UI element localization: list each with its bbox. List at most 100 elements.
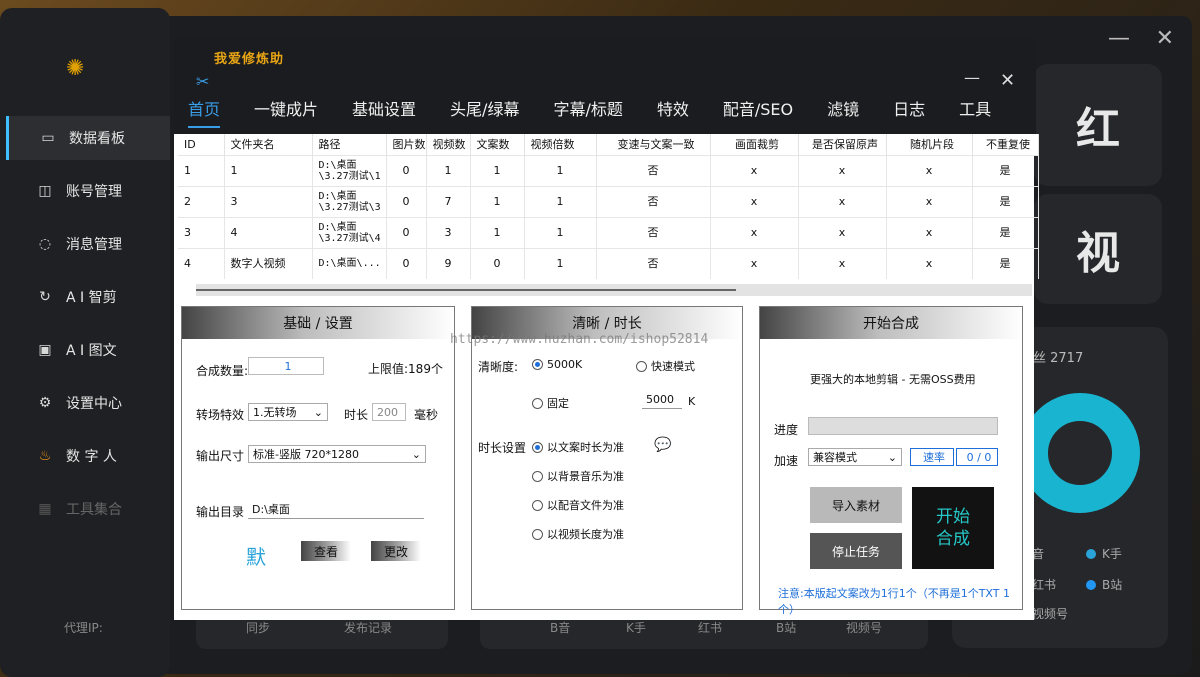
- table-cell: 1: [178, 154, 225, 186]
- table-cell: 否: [596, 154, 711, 186]
- start-button-line: 合成: [936, 529, 970, 549]
- clarity-label: 清晰度:: [478, 360, 519, 374]
- default-char: 默: [246, 545, 266, 569]
- chat-bubble-icon[interactable]: 💬: [654, 437, 671, 453]
- rate-label: 速率: [910, 448, 954, 466]
- sidebar-item-ai-cut[interactable]: ↻ A I 智剪: [6, 275, 170, 319]
- accel-label: 加速: [774, 454, 799, 468]
- table-cell: 1: [524, 216, 597, 248]
- radio-by-video-length[interactable]: 以视频长度为准: [532, 526, 624, 542]
- accel-mode-select[interactable]: 兼容模式 ⌄: [808, 448, 902, 466]
- sidebar-item-ai-image-text[interactable]: ▣ A I 图文: [6, 328, 170, 372]
- column-header[interactable]: 随机片段: [886, 134, 973, 155]
- radio-fast-mode[interactable]: 快速模式: [636, 358, 695, 374]
- table-cell: 3: [178, 216, 225, 248]
- column-header[interactable]: 文件夹名: [224, 134, 313, 155]
- radio-by-bgm[interactable]: 以背景音乐为准: [532, 468, 624, 484]
- legend-item: K手: [1086, 545, 1122, 562]
- main-menu: 首页 一键成片 基础设置 头尾/绿幕 字幕/标题 特效 配音/SEO 滤镜 日志…: [188, 96, 1025, 128]
- tab-subtitles[interactable]: 字幕/标题: [553, 96, 622, 128]
- count-input[interactable]: 1: [248, 357, 324, 375]
- table-row[interactable]: 4 数字人视频 D:\桌面\... 0 9 0 1 否 x x x 是: [178, 247, 1039, 279]
- radio-by-copy-duration[interactable]: 以文案时长为准: [532, 439, 624, 455]
- table-cell: x: [886, 154, 973, 186]
- column-header[interactable]: 视频倍数: [524, 134, 597, 155]
- stop-task-button[interactable]: 停止任务: [810, 533, 902, 569]
- horizontal-scrollbar[interactable]: [196, 284, 1032, 296]
- sidebar-item-data-board[interactable]: ▭ 数据看板: [6, 116, 170, 160]
- user-gear-icon: ⚙: [38, 395, 52, 411]
- scrollbar-thumb[interactable]: [196, 289, 736, 291]
- start-button-line: 开始: [936, 507, 970, 527]
- close-icon[interactable]: ✕: [1000, 70, 1015, 91]
- table-cell: 3: [426, 216, 471, 248]
- sidebar-item-messages[interactable]: ◌ 消息管理: [6, 222, 170, 266]
- transition-select[interactable]: 1.无转场 ⌄: [248, 403, 328, 421]
- table-cell: 1: [470, 216, 525, 248]
- change-button[interactable]: 更改: [371, 541, 421, 561]
- column-header[interactable]: 视频数: [426, 134, 471, 155]
- radio-dot: [532, 499, 543, 511]
- duration-setting-label: 时长设置: [478, 441, 527, 455]
- output-size-select[interactable]: 标准-竖版 720*1280 ⌄: [248, 445, 426, 463]
- bee-logo-icon: ✺: [66, 56, 85, 81]
- tab-home[interactable]: 首页: [188, 96, 221, 128]
- radio-dot: [636, 360, 647, 372]
- size-label: 输出尺寸: [196, 449, 245, 463]
- column-header[interactable]: 画面裁剪: [710, 134, 799, 155]
- radio-by-voice-file[interactable]: 以配音文件为准: [532, 497, 624, 513]
- app-name: 我爱修炼助: [214, 52, 285, 67]
- output-dir-input[interactable]: D:\桌面: [248, 499, 424, 519]
- sync-link[interactable]: 同步: [246, 619, 270, 636]
- view-button[interactable]: 查看: [301, 541, 351, 561]
- legend-item: B站: [1086, 576, 1122, 593]
- minimize-icon[interactable]: —: [964, 68, 980, 87]
- column-header[interactable]: 变速与文案一致: [596, 134, 711, 155]
- tab-voice-seo[interactable]: 配音/SEO: [723, 96, 793, 128]
- table-row[interactable]: 1 1 D:\桌面 \3.27测试\1 0 1 1 1 否 x x x 是: [178, 154, 1039, 186]
- column-header[interactable]: 图片数: [386, 134, 427, 155]
- output-dir-label: 输出目录: [196, 505, 245, 519]
- progress-bar: [808, 417, 998, 435]
- table-cell: 1: [524, 247, 597, 279]
- sidebar-item-digital-human[interactable]: ♨ 数 字 人: [6, 434, 170, 478]
- column-header[interactable]: 文案数: [470, 134, 525, 155]
- table-cell: 0: [386, 247, 427, 279]
- duration-input[interactable]: 200: [372, 403, 406, 421]
- tab-filters[interactable]: 滤镜: [827, 96, 859, 128]
- sidebar-item-tools[interactable]: ▦ 工具集合: [6, 487, 170, 531]
- sidebar-item-settings[interactable]: ⚙ 设置中心: [6, 381, 170, 425]
- table-row[interactable]: 2 3 D:\桌面 \3.27测试\3 0 7 1 1 否 x x x 是: [178, 185, 1039, 217]
- tab-head-tail[interactable]: 头尾/绿幕: [450, 96, 519, 128]
- table-cell: x: [798, 185, 887, 217]
- start-compose-button[interactable]: 开始 合成: [912, 487, 994, 569]
- import-material-button[interactable]: 导入素材: [810, 487, 902, 523]
- publish-log-link[interactable]: 发布记录: [344, 619, 392, 636]
- sidebar-item-label: 设置中心: [66, 396, 122, 412]
- column-header[interactable]: 路径: [312, 134, 387, 155]
- tab-logs[interactable]: 日志: [893, 96, 925, 128]
- brand-char-top: 红: [1076, 104, 1120, 155]
- radio-5000k[interactable]: 5000K: [532, 358, 582, 371]
- start-panel: 开始合成 更强大的本地剪辑 - 无需OSS费用 进度 加速 兼容模式 ⌄ 速率 …: [759, 306, 1023, 616]
- close-icon[interactable]: ✕: [1156, 26, 1174, 51]
- sidebar-item-accounts[interactable]: ◫ 账号管理: [6, 169, 170, 213]
- minimize-icon[interactable]: —: [1108, 26, 1130, 51]
- fixed-bitrate-input[interactable]: 5000: [642, 391, 682, 409]
- panel-title: 基础 / 设置: [182, 307, 454, 339]
- table-row[interactable]: 3 4 D:\桌面 \3.27测试\4 0 3 1 1 否 x x x 是: [178, 216, 1039, 248]
- tab-basic-settings[interactable]: 基础设置: [352, 96, 416, 128]
- radio-fixed[interactable]: 固定: [532, 395, 569, 411]
- sidebar-item-label: 数据看板: [69, 131, 125, 147]
- platform-label: B站: [776, 621, 797, 635]
- duration-label: 时长: [344, 408, 369, 422]
- table-cell: 0: [386, 216, 427, 248]
- tab-tools[interactable]: 工具: [959, 96, 991, 128]
- column-header[interactable]: 是否保留原声: [798, 134, 887, 155]
- tab-one-click[interactable]: 一键成片: [254, 96, 318, 128]
- column-header[interactable]: 不重复使: [972, 134, 1039, 155]
- tab-effects[interactable]: 特效: [657, 96, 689, 128]
- table-cell: 是: [972, 154, 1039, 186]
- column-header[interactable]: ID: [178, 134, 225, 155]
- accel-mode-value: 兼容模式: [813, 451, 857, 464]
